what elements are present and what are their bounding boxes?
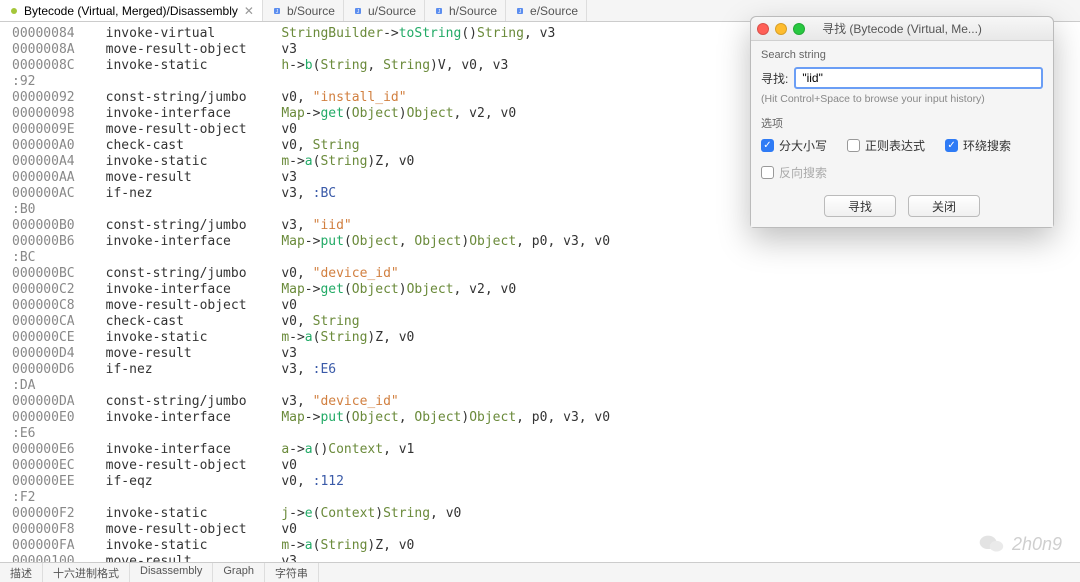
checkbox-label: 环绕搜索 — [963, 137, 1011, 154]
editor-tab[interactable]: Ju/Source — [344, 0, 425, 21]
code-line[interactable]: 000000F2 invoke-static j->e(Context)Stri… — [12, 506, 1080, 522]
close-button[interactable]: 关闭 — [908, 195, 980, 217]
bottom-tabbar: 描述十六进制格式DisassemblyGraph字符串 — [0, 562, 1080, 582]
code-line[interactable]: 000000FA invoke-static m->a(String)Z, v0 — [12, 538, 1080, 554]
watermark: 2h0n9 — [978, 532, 1062, 556]
code-line[interactable]: 000000E6 invoke-interface a->a()Context,… — [12, 442, 1080, 458]
code-line[interactable]: 000000BC const-string/jumbo v0, "device_… — [12, 266, 1080, 282]
code-line[interactable]: 000000D4 move-result v3 — [12, 346, 1080, 362]
code-line[interactable]: 000000B6 invoke-interface Map->put(Objec… — [12, 234, 1080, 250]
find-dialog[interactable]: 寻找 (Bytecode (Virtual, Me...) Search str… — [750, 16, 1054, 228]
code-line[interactable]: 000000F8 move-result-object v0 — [12, 522, 1080, 538]
bottom-tab[interactable]: 十六进制格式 — [43, 563, 130, 582]
watermark-text: 2h0n9 — [1012, 534, 1062, 555]
find-button[interactable]: 寻找 — [824, 195, 896, 217]
find-field-label: 寻找: — [761, 70, 788, 87]
bottom-tab[interactable]: Graph — [213, 563, 265, 582]
search-section-label: Search string — [761, 49, 1043, 61]
find-dialog-titlebar[interactable]: 寻找 (Bytecode (Virtual, Me...) — [751, 17, 1053, 41]
editor-tab[interactable]: Jh/Source — [425, 0, 506, 21]
code-line[interactable]: 000000C8 move-result-object v0 — [12, 298, 1080, 314]
option-checkbox: 反向搜索 — [761, 164, 827, 181]
code-line[interactable]: 000000E0 invoke-interface Map->put(Objec… — [12, 410, 1080, 426]
tab-label: e/Source — [530, 4, 578, 18]
editor-tab[interactable]: Je/Source — [506, 0, 587, 21]
editor-tab[interactable]: Jb/Source — [263, 0, 344, 21]
tab-label: b/Source — [287, 4, 335, 18]
bottom-tab[interactable]: Disassembly — [130, 563, 213, 582]
tab-label: u/Source — [368, 4, 416, 18]
code-line[interactable]: 000000EC move-result-object v0 — [12, 458, 1080, 474]
option-checkbox[interactable]: 正则表达式 — [847, 137, 925, 154]
checkbox-label: 反向搜索 — [779, 164, 827, 181]
checkbox-icon — [761, 166, 774, 179]
find-input[interactable] — [794, 67, 1043, 89]
code-line[interactable]: 000000CE invoke-static m->a(String)Z, v0 — [12, 330, 1080, 346]
editor-tab[interactable]: Bytecode (Virtual, Merged)/Disassembly ✕ — [0, 0, 263, 21]
checkbox-icon: ✓ — [945, 139, 958, 152]
option-checkbox[interactable]: ✓ 分大小写 — [761, 137, 827, 154]
close-icon[interactable]: ✕ — [244, 4, 254, 18]
code-line[interactable]: 000000D6 if-nez v3, :E6 — [12, 362, 1080, 378]
checkbox-label: 分大小写 — [779, 137, 827, 154]
code-line[interactable]: 000000C2 invoke-interface Map->get(Objec… — [12, 282, 1080, 298]
code-line[interactable]: 000000EE if-eqz v0, :112 — [12, 474, 1080, 490]
tab-label: h/Source — [449, 4, 497, 18]
options-label: 选项 — [761, 115, 1043, 131]
checkbox-icon: ✓ — [761, 139, 774, 152]
bottom-tab[interactable]: 字符串 — [265, 563, 319, 582]
option-checkbox[interactable]: ✓ 环绕搜索 — [945, 137, 1011, 154]
window-minimize-icon[interactable] — [775, 23, 787, 35]
window-zoom-icon[interactable] — [793, 23, 805, 35]
tab-label: Bytecode (Virtual, Merged)/Disassembly — [24, 4, 238, 18]
window-close-icon[interactable] — [757, 23, 769, 35]
bottom-tab[interactable]: 描述 — [0, 563, 43, 582]
code-line[interactable]: 000000DA const-string/jumbo v3, "device_… — [12, 394, 1080, 410]
find-hint: (Hit Control+Space to browse your input … — [761, 93, 1043, 105]
checkbox-label: 正则表达式 — [865, 137, 925, 154]
wechat-icon — [978, 532, 1006, 556]
checkbox-icon — [847, 139, 860, 152]
code-line[interactable]: 000000CA check-cast v0, String — [12, 314, 1080, 330]
code-line[interactable]: 00000100 move-result v3 — [12, 554, 1080, 562]
